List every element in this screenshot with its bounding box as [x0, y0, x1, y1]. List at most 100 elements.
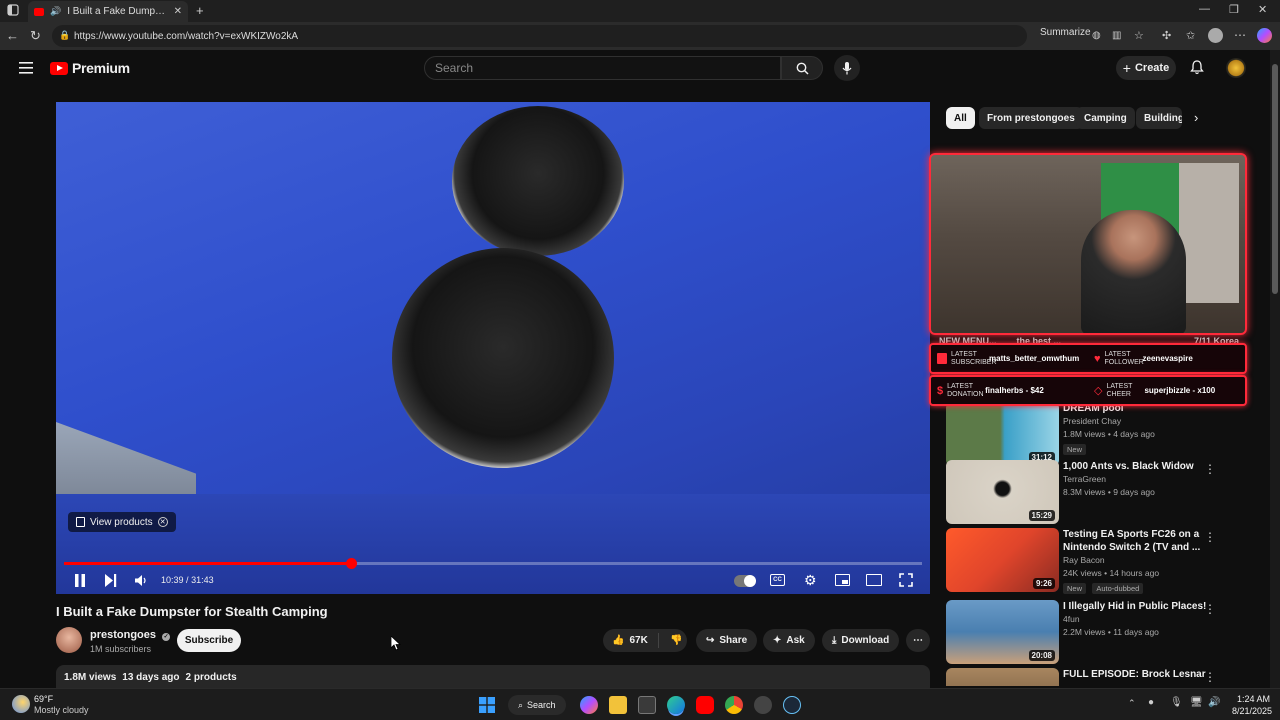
favorite-star-icon[interactable]: ☆ [1134, 29, 1144, 42]
chip-all[interactable]: All [946, 107, 975, 129]
progress-bar[interactable] [64, 558, 922, 569]
chevron-up-icon[interactable]: ⌃ [1128, 698, 1136, 709]
speaker-icon[interactable]: 🔊 [50, 6, 61, 17]
weather-icon[interactable] [12, 695, 30, 713]
captions-icon[interactable]: CC [770, 574, 785, 586]
youtube-logo[interactable]: Premium [50, 60, 130, 76]
recommendation-channel[interactable]: TerraGreen [1063, 473, 1213, 486]
copilot-icon[interactable] [1257, 28, 1272, 43]
browser-tab[interactable]: 🔊 I Built a Fake Dumpster for S ✕ [28, 1, 188, 22]
miniplayer-icon[interactable] [835, 574, 850, 586]
more-vertical-icon[interactable]: ⋮ [1204, 602, 1216, 616]
close-window-icon[interactable]: ✕ [1258, 3, 1267, 16]
search-button[interactable] [781, 56, 823, 80]
video-player[interactable]: View products ✕ 10:39 / 31:43 CC ⚙ [56, 102, 930, 594]
list-item[interactable]: 15:29 1,000 Ants vs. Black Widow TerraGr… [946, 460, 1246, 524]
workspaces-icon[interactable] [7, 4, 19, 16]
thumbnail[interactable]: 15:29 [946, 460, 1059, 524]
recommendation-title[interactable]: Testing EA Sports FC26 on a Nintendo Swi… [1063, 528, 1213, 554]
fullscreen-icon[interactable] [899, 573, 913, 587]
windows-start-icon[interactable] [479, 697, 495, 713]
thumbnail[interactable]: 31:12 [946, 402, 1059, 466]
more-vertical-icon[interactable]: ⋮ [1204, 530, 1216, 544]
volume-icon[interactable] [134, 574, 148, 587]
address-bar[interactable]: 🔒 https://www.youtube.com/watch?v=exWKIZ… [52, 25, 1027, 47]
ask-button[interactable]: ✦ Ask [763, 629, 815, 652]
recommendation-title[interactable]: FULL EPISODE: Brock Lesnar – [1063, 668, 1213, 686]
theater-mode-icon[interactable] [866, 574, 882, 586]
dismiss-icon[interactable]: ✕ [157, 517, 168, 527]
restore-icon[interactable]: ❐ [1229, 3, 1239, 16]
store-icon[interactable] [638, 696, 656, 714]
system-clock[interactable]: 1:24 AM 8/21/2025 [1232, 693, 1272, 717]
list-item[interactable]: 9:26 Testing EA Sports FC26 on a Nintend… [946, 528, 1246, 594]
chrome-icon[interactable] [725, 696, 743, 714]
extensions-icon[interactable]: ✣ [1162, 29, 1171, 42]
page-scrollbar[interactable] [1270, 50, 1280, 688]
chip-building[interactable]: Building [1136, 107, 1182, 129]
summarize-button[interactable]: Summarize [1040, 27, 1091, 38]
network-icon[interactable]: 🖥 [1190, 697, 1203, 708]
thumbnail[interactable] [946, 668, 1059, 686]
recommendation-channel[interactable]: 4fun [1063, 613, 1213, 626]
favorites-icon[interactable]: ✩ [1186, 29, 1195, 42]
recommendation-channel[interactable]: Ray Bacon [1063, 554, 1213, 567]
new-tab-icon[interactable]: + [196, 3, 204, 18]
chip-from-channel[interactable]: From prestongoes [979, 107, 1083, 129]
thumbnail[interactable]: 9:26 [946, 528, 1059, 592]
profile-avatar[interactable] [1208, 28, 1223, 43]
view-products-button[interactable]: View products ✕ [68, 512, 176, 532]
more-vertical-icon[interactable]: ⋮ [1204, 670, 1216, 684]
app-icon[interactable] [754, 696, 772, 714]
account-avatar[interactable] [1226, 58, 1246, 78]
scrollbar-thumb[interactable] [1272, 64, 1278, 294]
list-item[interactable]: 20:08 I Illegally Hid in Public Places! … [946, 600, 1246, 664]
tray-app-icon[interactable]: ● [1148, 697, 1154, 708]
more-menu-icon[interactable]: ⋯ [1234, 28, 1246, 42]
hamburger-menu-icon[interactable] [19, 62, 33, 74]
back-icon[interactable]: ← [6, 28, 19, 43]
recommendation-title[interactable]: 1,000 Ants vs. Black Widow [1063, 460, 1213, 473]
close-tab-icon[interactable]: ✕ [174, 6, 182, 17]
copilot-icon[interactable] [580, 696, 598, 714]
download-button[interactable]: ⤓ Download [822, 629, 900, 652]
like-button[interactable]: 👍 67K [603, 633, 659, 648]
weather-widget[interactable]: 69°F Mostly cloudy [34, 694, 89, 716]
create-button[interactable]: + Create [1116, 56, 1176, 80]
minimize-icon[interactable]: — [1199, 3, 1210, 15]
youtube-app-icon[interactable] [696, 696, 714, 714]
share-button[interactable]: ↪ Share [696, 629, 758, 652]
settings-gear-icon[interactable]: ⚙ [804, 572, 817, 589]
more-actions-button[interactable]: ⋯ [906, 629, 930, 652]
autoplay-toggle[interactable] [734, 575, 756, 587]
file-explorer-icon[interactable] [609, 696, 627, 714]
edge-browser-icon[interactable] [667, 696, 685, 714]
recommendation-title[interactable]: I Illegally Hid in Public Places! [1063, 600, 1213, 613]
microphone-tray-icon[interactable]: 🎙 [1170, 697, 1183, 708]
pause-icon[interactable] [74, 574, 86, 587]
notifications-bell-icon[interactable] [1190, 60, 1204, 75]
chevron-right-icon[interactable]: › [1194, 110, 1198, 125]
refresh-icon[interactable]: ↻ [30, 28, 41, 44]
channel-name[interactable]: prestongoes [90, 629, 156, 641]
subscribe-button[interactable]: Subscribe [177, 629, 241, 652]
next-video-icon[interactable] [104, 574, 117, 587]
chip-camping[interactable]: Camping [1076, 107, 1135, 129]
split-view-icon[interactable]: ▥ [1112, 30, 1121, 41]
product-count[interactable]: 2 products [186, 672, 237, 688]
channel-avatar[interactable] [56, 627, 82, 653]
lock-icon[interactable]: 🔒 [59, 30, 70, 41]
steam-icon[interactable] [783, 696, 801, 714]
more-vertical-icon[interactable]: ⋮ [1204, 462, 1216, 476]
dislike-button[interactable]: 👎 [664, 635, 682, 646]
thumbnail[interactable]: 20:08 [946, 600, 1059, 664]
list-item[interactable]: FULL EPISODE: Brock Lesnar – ⋮ [946, 668, 1246, 686]
voice-search-button[interactable] [834, 55, 860, 81]
reader-icon[interactable]: ◍ [1092, 30, 1101, 41]
search-input[interactable]: Search [424, 56, 781, 80]
volume-tray-icon[interactable]: 🔊 [1208, 697, 1220, 708]
list-item[interactable]: 31:12 DREAM pool President Chay 1.8M vie… [946, 402, 1246, 466]
channel-name-row[interactable]: prestongoes ✓ [90, 629, 171, 641]
taskbar-search[interactable]: ⌕ Search [508, 695, 566, 715]
recommendation-channel[interactable]: President Chay [1063, 415, 1213, 428]
